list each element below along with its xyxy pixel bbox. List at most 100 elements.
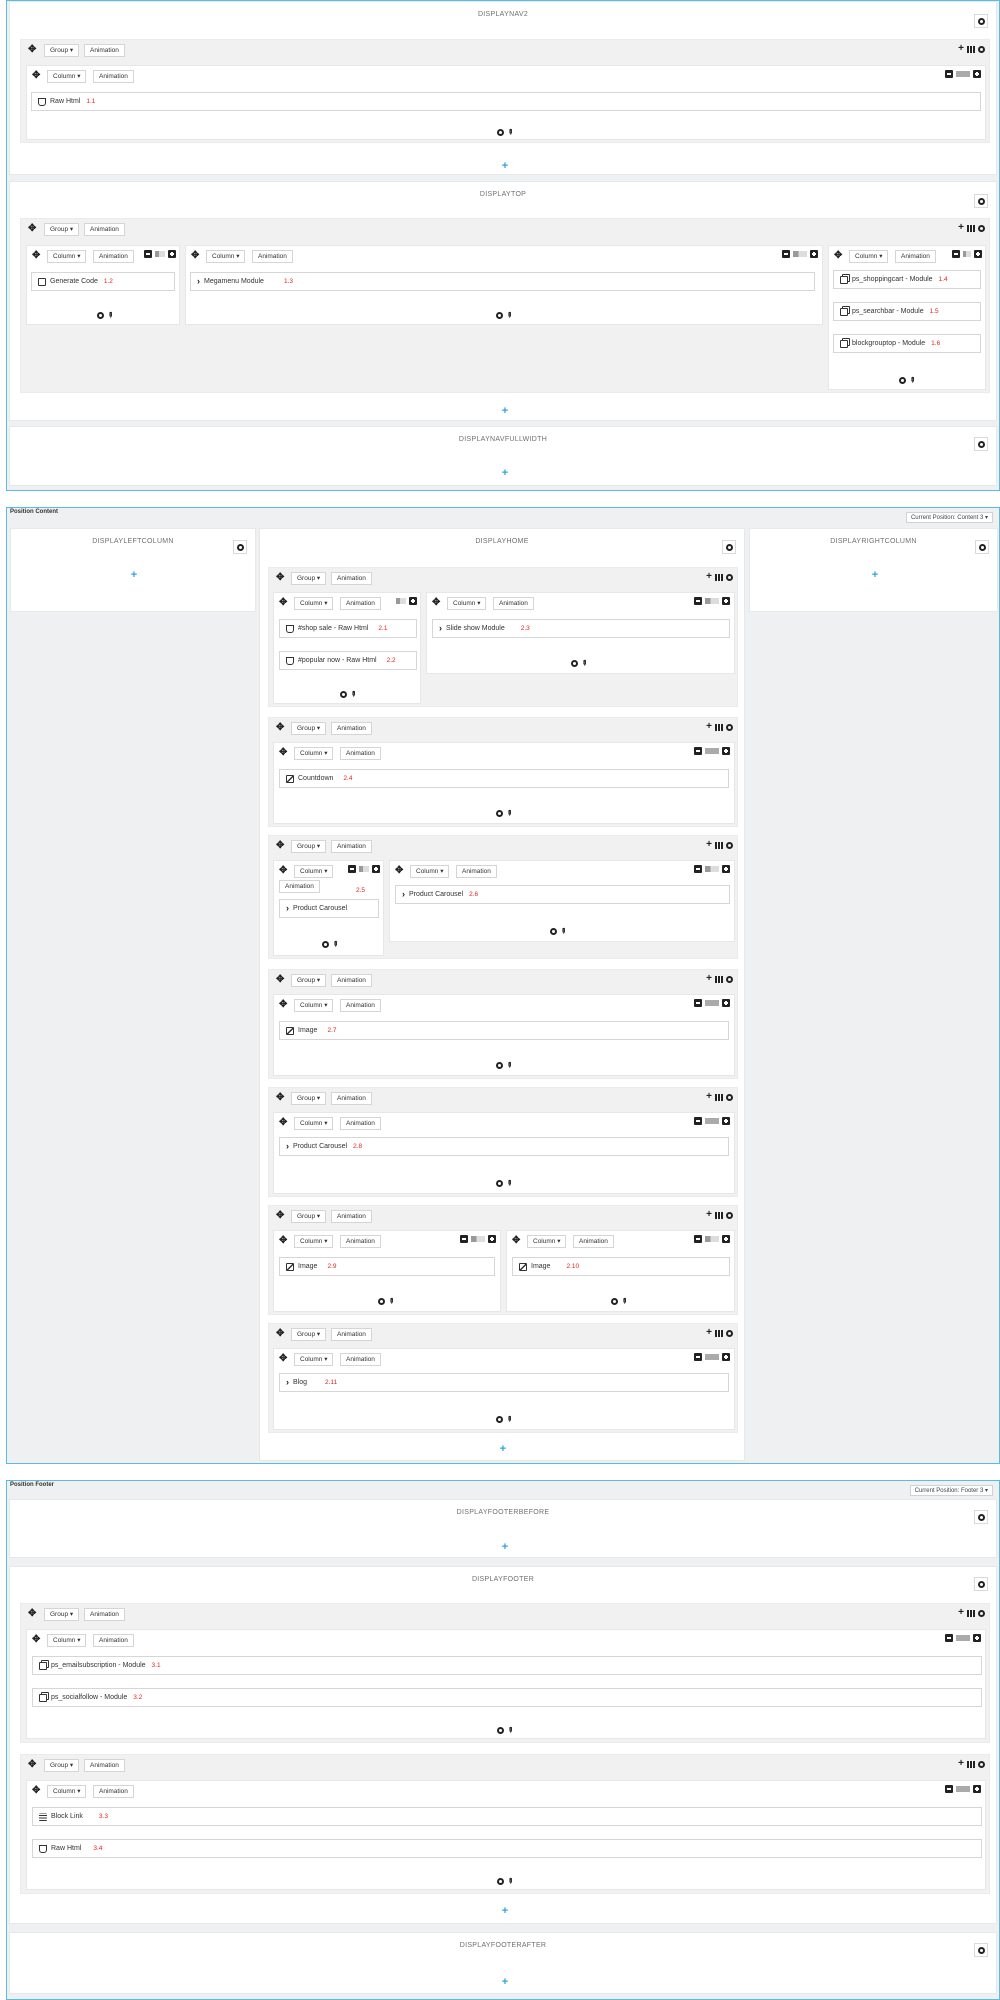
animation-button[interactable]: Animation bbox=[84, 44, 125, 57]
animation-button[interactable]: Animation bbox=[340, 597, 381, 610]
gear-icon[interactable] bbox=[496, 810, 503, 817]
plus-icon[interactable]: + bbox=[706, 1092, 712, 1102]
pencil-icon[interactable]: ✎ bbox=[907, 376, 916, 385]
minus-icon[interactable] bbox=[694, 1117, 702, 1125]
module-socialfollow[interactable]: ps_socialfollow - Module 3.2 bbox=[32, 1688, 982, 1707]
column-width-bar[interactable] bbox=[396, 598, 406, 604]
move-icon[interactable]: ✥ bbox=[32, 71, 40, 81]
move-icon[interactable]: ✥ bbox=[276, 975, 284, 985]
plus-icon[interactable] bbox=[722, 1117, 730, 1125]
column-dropdown-button[interactable]: Column ▾ bbox=[294, 747, 334, 760]
minus-icon[interactable] bbox=[782, 250, 790, 258]
plus-icon[interactable]: + bbox=[958, 44, 964, 54]
grid-icon[interactable] bbox=[967, 224, 975, 232]
plus-icon[interactable] bbox=[722, 597, 730, 605]
hook-settings-button[interactable] bbox=[974, 14, 988, 28]
animation-button[interactable]: Animation bbox=[279, 880, 320, 893]
column-width-bar[interactable] bbox=[705, 1000, 719, 1006]
pencil-icon[interactable]: ✎ bbox=[505, 128, 514, 137]
module-searchbar[interactable]: ps_searchbar - Module 1.5 bbox=[833, 302, 981, 321]
module-product-carousel[interactable]: › Product Carousel bbox=[279, 899, 379, 918]
column-dropdown-button[interactable]: Column ▾ bbox=[294, 1117, 334, 1130]
gear-icon[interactable] bbox=[726, 573, 733, 581]
module-slideshow[interactable]: › Slide show Module 2.3 bbox=[432, 619, 730, 638]
group-dropdown-button[interactable]: Group ▾ bbox=[291, 1328, 327, 1341]
gear-icon[interactable] bbox=[322, 941, 329, 948]
gear-icon[interactable] bbox=[497, 1727, 504, 1734]
plus-icon[interactable]: + bbox=[958, 1608, 964, 1618]
column-dropdown-button[interactable]: Column ▾ bbox=[47, 70, 87, 83]
move-icon[interactable]: ✥ bbox=[279, 1354, 287, 1364]
plus-icon[interactable] bbox=[722, 1235, 730, 1243]
column-dropdown-button[interactable]: Column ▾ bbox=[527, 1235, 567, 1248]
gear-icon[interactable] bbox=[978, 45, 985, 53]
module-countdown[interactable]: Countdown 2.4 bbox=[279, 769, 729, 788]
gear-icon[interactable] bbox=[978, 224, 985, 232]
minus-icon[interactable] bbox=[460, 1235, 468, 1243]
column-width-bar[interactable] bbox=[471, 1236, 485, 1242]
animation-button[interactable]: Animation bbox=[331, 1210, 372, 1223]
animation-button[interactable]: Animation bbox=[84, 1608, 125, 1621]
plus-icon[interactable] bbox=[974, 250, 982, 258]
module-raw-html[interactable]: Raw Html 1.1 bbox=[31, 92, 981, 111]
module-blog[interactable]: › Blog 2.11 bbox=[279, 1373, 729, 1392]
pencil-icon[interactable]: ✎ bbox=[348, 690, 357, 699]
plus-icon[interactable]: + bbox=[958, 223, 964, 233]
gear-icon[interactable] bbox=[378, 1298, 385, 1305]
gear-icon[interactable] bbox=[97, 312, 104, 319]
animation-button[interactable]: Animation bbox=[93, 1785, 134, 1798]
position-select[interactable]: Current Position: Footer 3 ▾ bbox=[909, 1485, 993, 1496]
group-dropdown-button[interactable]: Group ▾ bbox=[291, 722, 327, 735]
module-product-carousel[interactable]: › Product Carousel 2.8 bbox=[279, 1137, 729, 1156]
hook-settings-button[interactable] bbox=[974, 1577, 988, 1591]
column-dropdown-button[interactable]: Column ▾ bbox=[294, 865, 334, 878]
minus-icon[interactable] bbox=[348, 865, 356, 873]
animation-button[interactable]: Animation bbox=[340, 1353, 381, 1366]
add-group-plus-icon[interactable]: + bbox=[497, 1443, 509, 1455]
hook-settings-button[interactable] bbox=[722, 540, 736, 554]
add-group-plus-icon[interactable]: + bbox=[499, 1976, 511, 1988]
move-icon[interactable]: ✥ bbox=[279, 1236, 287, 1246]
gear-icon[interactable] bbox=[978, 1760, 985, 1768]
grid-icon[interactable] bbox=[967, 1609, 975, 1617]
gear-icon[interactable] bbox=[978, 1609, 985, 1617]
column-width-bar[interactable] bbox=[793, 251, 807, 257]
grid-icon[interactable] bbox=[967, 45, 975, 53]
minus-icon[interactable] bbox=[945, 1634, 953, 1642]
module-emailsubscription[interactable]: ps_emailsubscription - Module 3.1 bbox=[32, 1656, 982, 1675]
animation-button[interactable]: Animation bbox=[93, 1634, 134, 1647]
pencil-icon[interactable]: ✎ bbox=[505, 1877, 514, 1886]
gear-icon[interactable] bbox=[496, 1180, 503, 1187]
column-dropdown-button[interactable]: Column ▾ bbox=[294, 1235, 334, 1248]
minus-icon[interactable] bbox=[694, 597, 702, 605]
column-dropdown-button[interactable]: Column ▾ bbox=[294, 597, 334, 610]
add-group-plus-icon[interactable]: + bbox=[128, 569, 140, 581]
grid-icon[interactable] bbox=[715, 841, 723, 849]
move-icon[interactable]: ✥ bbox=[191, 251, 199, 261]
column-width-bar[interactable] bbox=[956, 1635, 970, 1641]
column-dropdown-button[interactable]: Column ▾ bbox=[447, 597, 487, 610]
minus-icon[interactable] bbox=[945, 1785, 953, 1793]
hook-settings-button[interactable] bbox=[974, 1943, 988, 1957]
move-icon[interactable]: ✥ bbox=[28, 224, 36, 234]
group-dropdown-button[interactable]: Group ▾ bbox=[44, 1608, 80, 1621]
move-icon[interactable]: ✥ bbox=[276, 573, 284, 583]
column-dropdown-button[interactable]: Column ▾ bbox=[206, 250, 246, 263]
pencil-icon[interactable]: ✎ bbox=[504, 809, 513, 818]
add-group-plus-icon[interactable]: + bbox=[499, 405, 511, 417]
minus-icon[interactable] bbox=[694, 999, 702, 1007]
gear-icon[interactable] bbox=[726, 1093, 733, 1101]
group-dropdown-button[interactable]: Group ▾ bbox=[291, 1092, 327, 1105]
move-icon[interactable]: ✥ bbox=[279, 598, 287, 608]
pencil-icon[interactable]: ✎ bbox=[330, 940, 339, 949]
module-shop-sale[interactable]: #shop sale - Raw Html 2.1 bbox=[279, 619, 417, 638]
plus-icon[interactable]: + bbox=[706, 1210, 712, 1220]
group-dropdown-button[interactable]: Group ▾ bbox=[44, 44, 80, 57]
plus-icon[interactable] bbox=[372, 865, 380, 873]
hook-settings-button[interactable] bbox=[974, 194, 988, 208]
move-icon[interactable]: ✥ bbox=[279, 1000, 287, 1010]
column-width-bar[interactable] bbox=[705, 1354, 719, 1360]
column-dropdown-button[interactable]: Column ▾ bbox=[410, 865, 450, 878]
pencil-icon[interactable]: ✎ bbox=[504, 1415, 513, 1424]
move-icon[interactable]: ✥ bbox=[279, 866, 287, 876]
